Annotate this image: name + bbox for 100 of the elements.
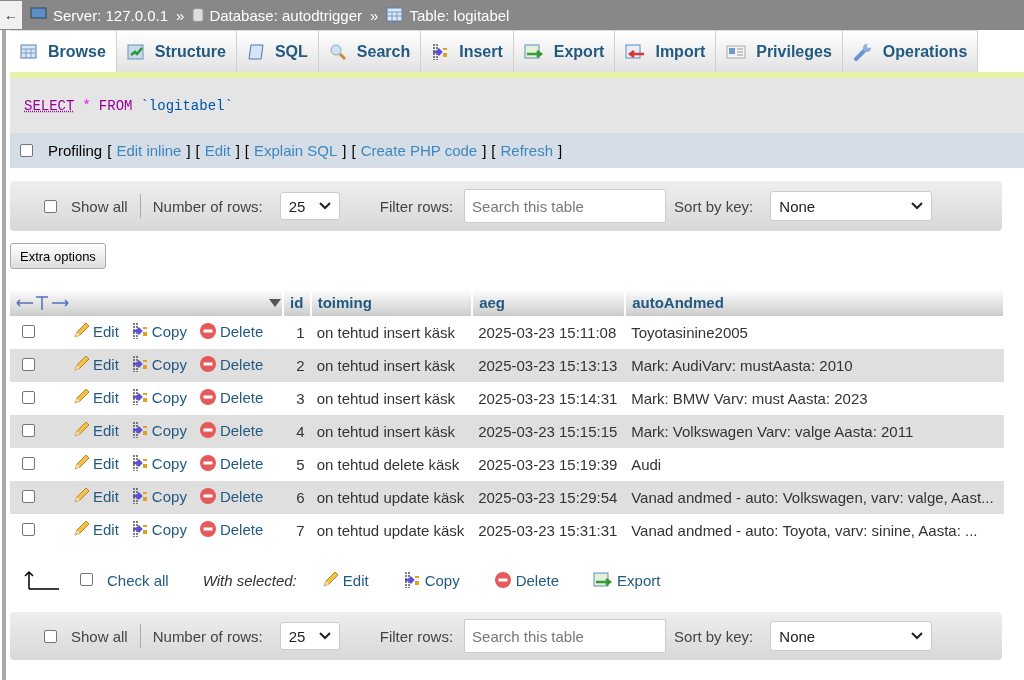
- id-card-icon: [726, 44, 747, 59]
- delete-icon: [198, 421, 217, 439]
- delete-link[interactable]: Delete: [198, 322, 264, 340]
- table-cell: Mark: AudiVarv: mustAasta: 2010: [625, 349, 1004, 382]
- delete-icon: [198, 388, 217, 406]
- edit-link[interactable]: Edit: [72, 520, 119, 538]
- column-header[interactable]: id: [283, 289, 311, 316]
- filter-field[interactable]: Search this table: [464, 189, 667, 223]
- search-icon: [328, 42, 347, 61]
- tab[interactable]: Export: [513, 30, 616, 72]
- copy-link[interactable]: Copy: [130, 322, 187, 340]
- database-icon: [192, 7, 205, 23]
- column-header[interactable]: autoAndmed: [625, 289, 1004, 316]
- tab[interactable]: Privileges: [716, 30, 843, 72]
- filter-label: Filter rows:: [379, 627, 454, 645]
- delete-icon: [198, 322, 217, 340]
- column-header[interactable]: aeg: [472, 289, 626, 316]
- checkbox[interactable]: [44, 629, 57, 643]
- pencil-icon: [72, 520, 90, 538]
- insert-icon: [130, 454, 149, 472]
- table-cell: 5: [283, 448, 311, 481]
- breadcrumb-link[interactable]: Table: logitabel: [409, 6, 510, 24]
- rows-label: Number of rows:: [152, 627, 263, 645]
- delete-button[interactable]: Delete: [493, 571, 560, 589]
- bracket: [: [244, 142, 249, 159]
- tab[interactable]: SQL: [236, 30, 319, 72]
- edit-link[interactable]: Edit: [72, 487, 119, 505]
- edit-link[interactable]: Edit: [72, 322, 119, 340]
- insert-icon: [130, 355, 149, 373]
- checkbox[interactable]: [22, 490, 35, 503]
- copy-link[interactable]: Copy: [130, 421, 187, 439]
- checkbox[interactable]: [22, 457, 35, 470]
- rows-select[interactable]: 25: [279, 192, 340, 220]
- checkbox[interactable]: [22, 424, 35, 437]
- checkbox[interactable]: [22, 391, 35, 404]
- copy-link[interactable]: Copy: [130, 355, 187, 373]
- tab[interactable]: Structure: [116, 30, 237, 72]
- edit-link[interactable]: Edit: [72, 388, 119, 406]
- check-all-link[interactable]: Check all: [107, 571, 169, 589]
- rows-select[interactable]: 25: [279, 622, 340, 650]
- edit-link[interactable]: Edit: [72, 355, 119, 373]
- delete-link[interactable]: Delete: [198, 454, 264, 472]
- sort-select[interactable]: None: [770, 621, 933, 651]
- table-cell: 1: [283, 316, 311, 349]
- copy-link[interactable]: Copy: [130, 388, 187, 406]
- sort-select[interactable]: None: [770, 191, 933, 221]
- back-button[interactable]: ←: [0, 1, 22, 29]
- delete-link[interactable]: Delete: [198, 520, 264, 538]
- dropdown-icon[interactable]: [268, 297, 282, 308]
- export-icon: [593, 572, 614, 588]
- edit-button[interactable]: Edit: [320, 571, 369, 589]
- structure-icon: [126, 43, 145, 60]
- show-all-label: Show all: [71, 197, 128, 215]
- delete-link[interactable]: Delete: [198, 355, 264, 373]
- breadcrumb-separator: »: [176, 6, 185, 24]
- column-header[interactable]: toiming: [310, 289, 473, 316]
- filter-field[interactable]: Search this table: [464, 619, 667, 653]
- table-cell: Mark: Volkswagen Varv: valge Aasta: 2011: [625, 415, 1004, 448]
- checkbox[interactable]: [22, 325, 35, 338]
- delete-icon: [198, 454, 217, 472]
- table-cell: Audi: [625, 448, 1004, 481]
- table-cell: 2: [283, 349, 311, 382]
- checkbox[interactable]: [44, 199, 57, 213]
- delete-link[interactable]: Delete: [198, 487, 264, 505]
- tab[interactable]: Browse: [10, 30, 117, 72]
- checkbox[interactable]: [22, 523, 35, 536]
- table-icon: [20, 43, 38, 60]
- breadcrumb-link[interactable]: Database: autodtrigger: [209, 6, 363, 24]
- bracket: [: [351, 142, 356, 159]
- insert-icon: [431, 42, 450, 61]
- tab[interactable]: Search: [318, 30, 422, 72]
- pencil-icon: [72, 388, 90, 406]
- edit-link[interactable]: Edit: [72, 421, 119, 439]
- insert-icon: [130, 421, 149, 439]
- tab[interactable]: Import: [615, 30, 717, 72]
- table-cell: 2025-03-23 15:29:54: [472, 481, 626, 514]
- delete-link[interactable]: Delete: [198, 388, 264, 406]
- table-cell: 6: [283, 481, 311, 514]
- checkbox[interactable]: [20, 144, 33, 157]
- monitor-icon: [30, 7, 48, 23]
- export-button[interactable]: Export: [593, 571, 661, 589]
- edit-link[interactable]: Edit: [72, 454, 119, 472]
- chevron-icon: [911, 202, 924, 210]
- table-cell: Toyotasinine2005: [625, 316, 1004, 349]
- tab[interactable]: Insert: [421, 30, 514, 72]
- table-cell: 2025-03-23 15:31:31: [472, 514, 626, 547]
- rows-label: Number of rows:: [152, 197, 263, 215]
- checkbox[interactable]: [22, 358, 35, 371]
- copy-button[interactable]: Copy: [402, 571, 460, 589]
- delete-link[interactable]: Delete: [198, 421, 264, 439]
- copy-link[interactable]: Copy: [130, 520, 187, 538]
- table-cell: on tehtud delete käsk: [310, 448, 473, 481]
- checkbox[interactable]: [80, 572, 93, 586]
- tab[interactable]: Operations: [842, 30, 979, 72]
- breadcrumb-link[interactable]: Server: 127.0.0.1: [53, 6, 169, 24]
- extra-options-button[interactable]: Extra options: [10, 243, 106, 269]
- copy-link[interactable]: Copy: [130, 487, 187, 505]
- bracket: [: [195, 142, 200, 159]
- copy-link[interactable]: Copy: [130, 454, 187, 472]
- sort-label: Sort by key:: [674, 197, 754, 215]
